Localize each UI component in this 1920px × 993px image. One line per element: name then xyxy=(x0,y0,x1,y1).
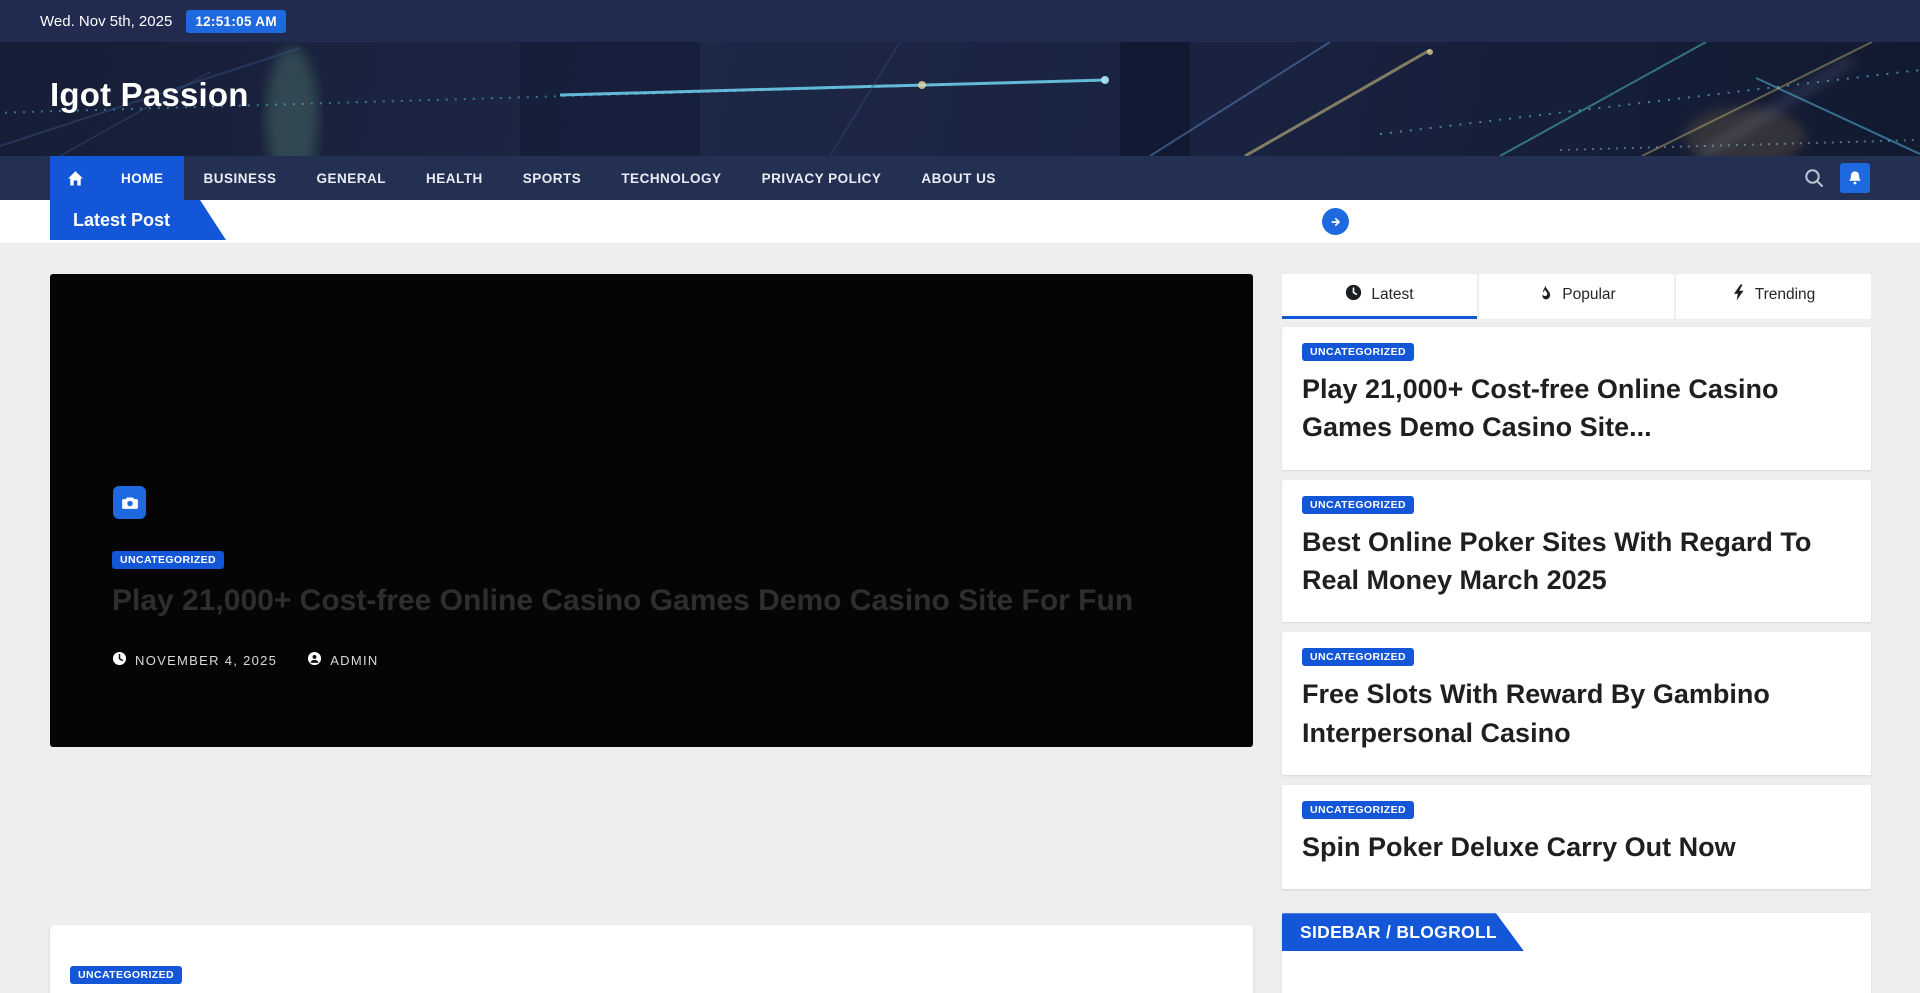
nav-item-sports[interactable]: SPORTS xyxy=(503,156,602,200)
search-icon[interactable] xyxy=(1803,167,1825,189)
featured-post-title[interactable]: Play 21,000+ Cost-free Online Casino Gam… xyxy=(112,579,1193,623)
sidebar-post[interactable]: UNCATEGORIZED Play 21,000+ Cost-free Onl… xyxy=(1282,327,1871,470)
nav-actions xyxy=(1803,156,1870,200)
clock-icon xyxy=(112,651,127,669)
sidebar-tabs: Latest Popular Trending xyxy=(1282,274,1871,319)
home-icon xyxy=(67,170,84,187)
tab-label: Latest xyxy=(1371,286,1413,304)
category-badge[interactable]: UNCATEGORIZED xyxy=(1302,343,1414,361)
home-icon-button[interactable] xyxy=(50,156,101,200)
flame-icon xyxy=(1537,284,1553,306)
bolt-icon xyxy=(1732,284,1746,306)
clock-icon xyxy=(1345,284,1362,306)
category-badge[interactable]: UNCATEGORIZED xyxy=(1302,648,1414,666)
latest-post-ribbon: Latest Post xyxy=(50,200,226,240)
tab-trending[interactable]: Trending xyxy=(1676,274,1871,319)
next-post-card[interactable]: UNCATEGORIZED xyxy=(50,925,1253,993)
top-bar: Wed. Nov 5th, 2025 12:51:05 AM xyxy=(0,0,1920,42)
post-date: NOVEMBER 4, 2025 xyxy=(112,651,277,669)
nav-item-privacy-policy[interactable]: PRIVACY POLICY xyxy=(742,156,902,200)
sidebar-post-title[interactable]: Best Online Poker Sites With Regard To R… xyxy=(1302,523,1851,600)
sidebar-post-title[interactable]: Spin Poker Deluxe Carry Out Now xyxy=(1302,828,1851,866)
sidebar-post[interactable]: UNCATEGORIZED Free Slots With Reward By … xyxy=(1282,632,1871,775)
current-date: Wed. Nov 5th, 2025 xyxy=(40,13,172,30)
masthead: Igot Passion xyxy=(0,42,1920,156)
nav-item-about-us[interactable]: ABOUT US xyxy=(901,156,1016,200)
nav-item-general[interactable]: GENERAL xyxy=(297,156,407,200)
bell-icon[interactable] xyxy=(1840,163,1870,193)
tab-latest[interactable]: Latest xyxy=(1282,274,1477,319)
main-navigation: HOME BUSINESS GENERAL HEALTH SPORTS TECH… xyxy=(0,156,1920,200)
tab-label: Popular xyxy=(1562,286,1615,304)
sidebar-post-title[interactable]: Play 21,000+ Cost-free Online Casino Gam… xyxy=(1302,370,1851,447)
tab-label: Trending xyxy=(1755,286,1816,304)
sidebar-post[interactable]: UNCATEGORIZED Spin Poker Deluxe Carry Ou… xyxy=(1282,785,1871,889)
latest-post-label: Latest Post xyxy=(73,210,170,231)
nav-item-business[interactable]: BUSINESS xyxy=(184,156,297,200)
arrow-right-circle-icon[interactable] xyxy=(1322,208,1349,235)
blogroll-widget: SIDEBAR / BLOGROLL xyxy=(1282,913,1871,993)
nav-item-health[interactable]: HEALTH xyxy=(406,156,503,200)
category-badge[interactable]: UNCATEGORIZED xyxy=(1302,801,1414,819)
blogroll-ribbon: SIDEBAR / BLOGROLL xyxy=(1282,913,1524,951)
site-title[interactable]: Igot Passion xyxy=(0,42,1920,114)
tab-popular[interactable]: Popular xyxy=(1479,274,1674,319)
featured-post-meta: NOVEMBER 4, 2025 ADMIN xyxy=(112,651,1193,669)
category-badge[interactable]: UNCATEGORIZED xyxy=(112,551,224,569)
user-icon xyxy=(307,651,322,669)
nav-item-technology[interactable]: TECHNOLOGY xyxy=(601,156,741,200)
post-author[interactable]: ADMIN xyxy=(307,651,378,669)
page-content: UNCATEGORIZED Play 21,000+ Cost-free Onl… xyxy=(0,243,1920,993)
sidebar-post[interactable]: UNCATEGORIZED Best Online Poker Sites Wi… xyxy=(1282,480,1871,623)
main-column: UNCATEGORIZED Play 21,000+ Cost-free Onl… xyxy=(50,274,1253,993)
featured-post-body: UNCATEGORIZED Play 21,000+ Cost-free Onl… xyxy=(112,550,1193,669)
latest-post-ticker: Latest Post xyxy=(0,200,1920,243)
featured-post-card[interactable]: UNCATEGORIZED Play 21,000+ Cost-free Onl… xyxy=(50,274,1253,747)
nav-item-home[interactable]: HOME xyxy=(101,156,184,200)
sidebar-post-title[interactable]: Free Slots With Reward By Gambino Interp… xyxy=(1302,675,1851,752)
current-time-badge: 12:51:05 AM xyxy=(186,10,286,33)
camera-icon xyxy=(113,486,146,519)
blogroll-title: SIDEBAR / BLOGROLL xyxy=(1300,922,1497,943)
category-badge[interactable]: UNCATEGORIZED xyxy=(70,966,182,984)
sidebar: Latest Popular Trending UNCATEGORIZED Pl… xyxy=(1282,274,1871,993)
category-badge[interactable]: UNCATEGORIZED xyxy=(1302,496,1414,514)
